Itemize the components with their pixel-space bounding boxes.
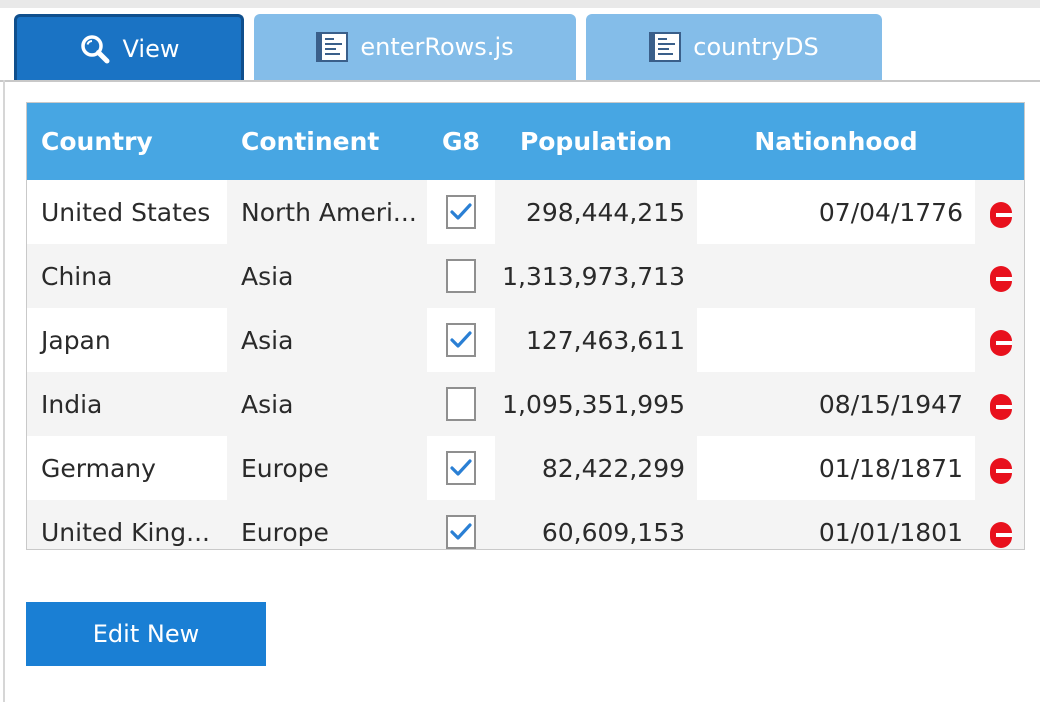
tab-divider: [0, 80, 1040, 82]
table-row[interactable]: China Asia 1,313,973,713: [27, 244, 1024, 308]
delete-cell: [975, 180, 1024, 244]
tab-countryds[interactable]: countryDS: [586, 14, 882, 80]
continent-cell: Europe: [227, 500, 427, 549]
remove-row-icon[interactable]: [989, 202, 1012, 228]
g8-checkbox[interactable]: [446, 515, 476, 549]
g8-checkbox[interactable]: [446, 451, 476, 485]
g8-checkbox[interactable]: [446, 323, 476, 357]
top-strip: [0, 0, 1040, 8]
g8-cell: [427, 308, 495, 372]
table-row[interactable]: Germany Europe 82,422,299 01/18/1871: [27, 436, 1024, 500]
g8-checkbox[interactable]: [446, 259, 476, 293]
table-row[interactable]: United States North Ameri... 298,444,215 07…: [27, 180, 1024, 244]
population-cell: 82,422,299: [495, 436, 697, 500]
header-population[interactable]: Population: [495, 103, 697, 180]
grid-header: Country Continent G8 Population Nationho…: [27, 103, 1024, 180]
g8-checkbox[interactable]: [446, 387, 476, 421]
population-cell: 127,463,611: [495, 308, 697, 372]
check-icon: [450, 523, 472, 541]
tab-bar: View enterRows.js countryDS: [0, 8, 1040, 82]
header-continent[interactable]: Continent: [227, 103, 427, 180]
continent-cell: North Ameri...: [227, 180, 427, 244]
nationhood-cell: 01/01/1801: [697, 500, 975, 549]
g8-checkbox[interactable]: [446, 195, 476, 229]
check-icon: [450, 459, 472, 477]
check-icon: [450, 331, 472, 349]
continent-cell: Asia: [227, 244, 427, 308]
remove-row-icon[interactable]: [989, 394, 1012, 420]
population-cell: 298,444,215: [495, 180, 697, 244]
remove-row-icon[interactable]: [989, 330, 1012, 356]
g8-cell: [427, 500, 495, 549]
country-cell: India: [27, 372, 227, 436]
population-cell: 60,609,153: [495, 500, 697, 549]
tab-view[interactable]: View: [14, 14, 244, 80]
tab-enterrows-label: enterRows.js: [360, 33, 514, 61]
table-row[interactable]: India Asia 1,095,351,995 08/15/1947: [27, 372, 1024, 436]
delete-cell: [975, 372, 1024, 436]
country-cell: Germany: [27, 436, 227, 500]
population-cell: 1,313,973,713: [495, 244, 697, 308]
remove-row-icon[interactable]: [989, 522, 1012, 548]
table-row[interactable]: Japan Asia 127,463,611: [27, 308, 1024, 372]
country-cell: United States: [27, 180, 227, 244]
g8-cell: [427, 180, 495, 244]
delete-cell: [975, 500, 1024, 549]
delete-cell: [975, 436, 1024, 500]
delete-cell: [975, 308, 1024, 372]
edit-new-button[interactable]: Edit New: [26, 602, 266, 666]
header-nationhood[interactable]: Nationhood: [697, 103, 975, 180]
remove-row-icon[interactable]: [989, 458, 1012, 484]
magnifier-icon: [79, 33, 111, 65]
continent-cell: Asia: [227, 308, 427, 372]
country-cell: Japan: [27, 308, 227, 372]
country-cell: China: [27, 244, 227, 308]
country-grid: Country Continent G8 Population Nationho…: [26, 102, 1025, 550]
check-icon: [450, 203, 472, 221]
document-icon: [649, 32, 682, 62]
continent-cell: Asia: [227, 372, 427, 436]
continent-cell: Europe: [227, 436, 427, 500]
tab-enterrows[interactable]: enterRows.js: [254, 14, 576, 80]
remove-row-icon[interactable]: [989, 266, 1012, 292]
country-cell: United King...: [27, 500, 227, 549]
nationhood-cell: [697, 244, 975, 308]
table-row[interactable]: United King... Europe 60,609,153 01/01/1801: [27, 500, 1024, 549]
g8-cell: [427, 372, 495, 436]
header-country[interactable]: Country: [27, 103, 227, 180]
tab-view-label: View: [122, 34, 180, 63]
population-cell: 1,095,351,995: [495, 372, 697, 436]
header-g8[interactable]: G8: [427, 103, 495, 180]
g8-cell: [427, 244, 495, 308]
nationhood-cell: 01/18/1871: [697, 436, 975, 500]
delete-cell: [975, 244, 1024, 308]
document-icon: [316, 32, 349, 62]
nationhood-cell: 07/04/1776: [697, 180, 975, 244]
g8-cell: [427, 436, 495, 500]
nationhood-cell: [697, 308, 975, 372]
tab-countryds-label: countryDS: [693, 33, 819, 61]
panel-edge: [3, 80, 5, 702]
nationhood-cell: 08/15/1947: [697, 372, 975, 436]
